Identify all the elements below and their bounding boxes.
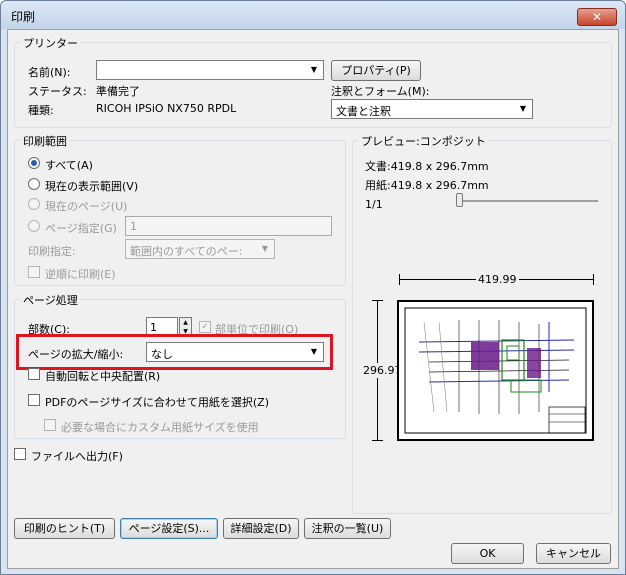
properties-button[interactable]: プロパティ(P) [331,60,421,81]
height-dimension-label: 296.97 [363,363,402,378]
status-label: ステータス: [28,85,87,98]
window-title: 印刷 [11,10,36,24]
print-dialog: 印刷 ✕ プリンター 名前(N): ▼ プロパティ(P) ステータス: 準備完了… [0,0,626,575]
range-current-page-radio [28,198,40,210]
choose-source-checkbox[interactable] [28,394,40,406]
range-pages-label: ページ指定(G) [45,222,117,235]
annotations-select[interactable]: 文書と注釈 ▼ [331,99,533,119]
type-label: 種類: [28,104,54,117]
range-all-label[interactable]: すべて(A) [45,157,93,173]
page-setup-button[interactable]: ページ設定(S)... [120,518,218,539]
auto-rotate-label[interactable]: 自動回転と中央配置(R) [45,368,160,384]
title-bar: 印刷 ✕ [1,1,625,29]
range-current-page-label: 現在のページ(U) [45,200,128,213]
highlight-box [16,334,333,370]
custom-paper-label: 必要な場合にカスタム用紙サイズを使用 [61,421,259,434]
ok-button[interactable]: OK [451,543,524,564]
printer-name-select[interactable]: ▼ [96,60,324,80]
advanced-button[interactable]: 詳細設定(D) [223,518,299,539]
page-handling-legend: ページ処理 [21,292,80,308]
range-all-radio[interactable] [28,157,40,169]
chevron-down-icon: ▼ [261,244,269,253]
pages-input: 1 [125,216,332,236]
printer-name-label: 名前(N): [28,66,71,79]
chevron-down-icon: ▼ [310,65,318,74]
dialog-body: プリンター 名前(N): ▼ プロパティ(P) ステータス: 準備完了 種類: … [7,29,619,569]
preview-legend: プレビュー:コンポジット [359,133,488,149]
subset-label: 印刷指定: [28,245,76,258]
subset-select: 範囲内のすべてのペー: ▼ [125,239,275,259]
custom-paper-checkbox [44,419,56,431]
print-to-file-checkbox[interactable] [14,448,26,460]
preview-document-size: 文書:419.8 x 296.7mm [365,160,489,173]
slider-thumb[interactable] [456,193,463,207]
annotations-label: 注釈とフォーム(M): [331,85,430,98]
reverse-label: 逆順に印刷(E) [45,268,116,281]
print-to-file-label[interactable]: ファイルへ出力(F) [31,448,123,464]
auto-rotate-checkbox[interactable] [28,368,40,380]
reverse-checkbox [28,266,40,278]
width-dimension-label: 419.99 [476,273,519,286]
status-value: 準備完了 [96,85,140,98]
collate-checkbox: ✓ [199,321,211,333]
range-pages-radio [28,220,40,232]
summarize-comments-button[interactable]: 注釈の一覧(U) [304,518,391,539]
cancel-button[interactable]: キャンセル [536,543,611,564]
close-button[interactable]: ✕ [577,8,617,26]
choose-source-label[interactable]: PDFのページサイズに合わせて用紙を選択(Z) [45,394,269,410]
range-current-view-label[interactable]: 現在の表示範囲(V) [45,178,138,194]
drawing-thumbnail [404,307,587,434]
preview-paper-size: 用紙:419.8 x 296.7mm [365,179,489,192]
preview-page [397,300,594,441]
preview-page-slider[interactable] [458,200,598,202]
print-range-legend: 印刷範囲 [21,133,69,149]
print-tips-button[interactable]: 印刷のヒント(T) [14,518,115,539]
printer-legend: プリンター [21,35,80,51]
type-value: RICOH IPSiO NX750 RPDL [96,102,237,115]
chevron-down-icon: ▼ [519,104,527,113]
preview-page-counter: 1/1 [365,198,383,211]
range-current-view-radio[interactable] [28,178,40,190]
